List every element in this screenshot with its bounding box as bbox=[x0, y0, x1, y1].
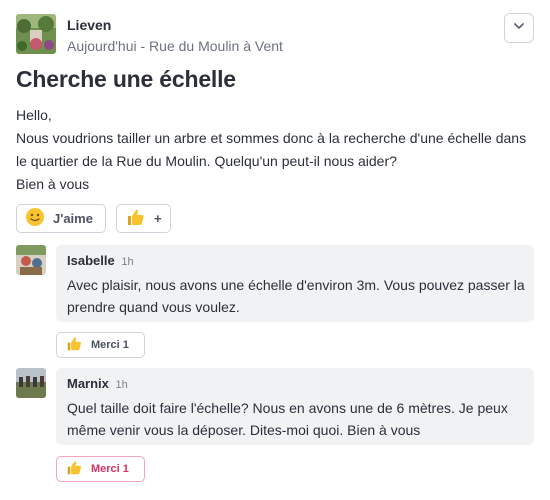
add-reaction-button[interactable]: + bbox=[116, 204, 171, 233]
like-button[interactable]: J'aime bbox=[16, 204, 106, 233]
post-title: Cherche une échelle bbox=[16, 66, 236, 92]
post-body-line: le quartier de la Rue du Moulin. Quelqu'… bbox=[16, 153, 397, 169]
thanks-button[interactable]: Merci 1 bbox=[56, 456, 145, 482]
comment-text-line: prendre quand vous voulez. bbox=[67, 299, 240, 315]
post-header: Lieven Aujourd'hui - Rue du Moulin à Ven… bbox=[16, 13, 534, 56]
post-menu-button[interactable] bbox=[504, 13, 534, 43]
smiley-icon bbox=[25, 207, 45, 230]
author-name[interactable]: Lieven bbox=[67, 17, 111, 33]
comment: Isabelle 1h Avec plaisir, nous avons une… bbox=[16, 245, 534, 360]
commenter-name[interactable]: Isabelle bbox=[67, 253, 115, 268]
comment-text-line: Quel taille doit faire l'échelle? Nous e… bbox=[67, 400, 508, 416]
post-body-line: Bien à vous bbox=[16, 176, 90, 192]
post-body-line: Nous voudrions tailler un arbre et somme… bbox=[16, 130, 527, 146]
commenter-name[interactable]: Marnix bbox=[67, 376, 109, 391]
commenter-avatar[interactable] bbox=[16, 368, 46, 398]
post-body: Hello, Nous voudrions tailler un arbre e… bbox=[16, 104, 536, 196]
like-label: J'aime bbox=[53, 211, 93, 226]
chevron-down-icon bbox=[512, 19, 526, 38]
thumbs-up-icon bbox=[66, 335, 83, 355]
comment-text: Avec plaisir, nous avons une échelle d'e… bbox=[67, 274, 525, 318]
post-body-line: Hello, bbox=[16, 107, 52, 123]
thanks-label: Merci 1 bbox=[91, 339, 129, 351]
comment-text-line: Avec plaisir, nous avons une échelle d'e… bbox=[67, 277, 525, 293]
comment: Marnix 1h Quel taille doit faire l'échel… bbox=[16, 368, 534, 484]
thumbs-up-icon bbox=[66, 459, 83, 479]
comment-text: Quel taille doit faire l'échelle? Nous e… bbox=[67, 397, 523, 441]
add-reaction-label: + bbox=[154, 211, 162, 226]
comment-text-line: même venir vous la déposer. Dites-moi qu… bbox=[67, 422, 421, 438]
comment-bubble: Isabelle 1h Avec plaisir, nous avons une… bbox=[56, 245, 534, 322]
thanks-label: Merci 1 bbox=[91, 463, 129, 475]
thumbs-up-icon bbox=[126, 207, 146, 230]
commenter-avatar[interactable] bbox=[16, 245, 46, 275]
comment-bubble: Marnix 1h Quel taille doit faire l'échel… bbox=[56, 368, 534, 445]
comment-time: 1h bbox=[121, 256, 134, 268]
comment-time: 1h bbox=[115, 379, 128, 391]
thanks-button[interactable]: Merci 1 bbox=[56, 332, 145, 358]
post-meta: Aujourd'hui - Rue du Moulin à Vent bbox=[67, 38, 283, 54]
author-avatar[interactable] bbox=[16, 14, 56, 54]
